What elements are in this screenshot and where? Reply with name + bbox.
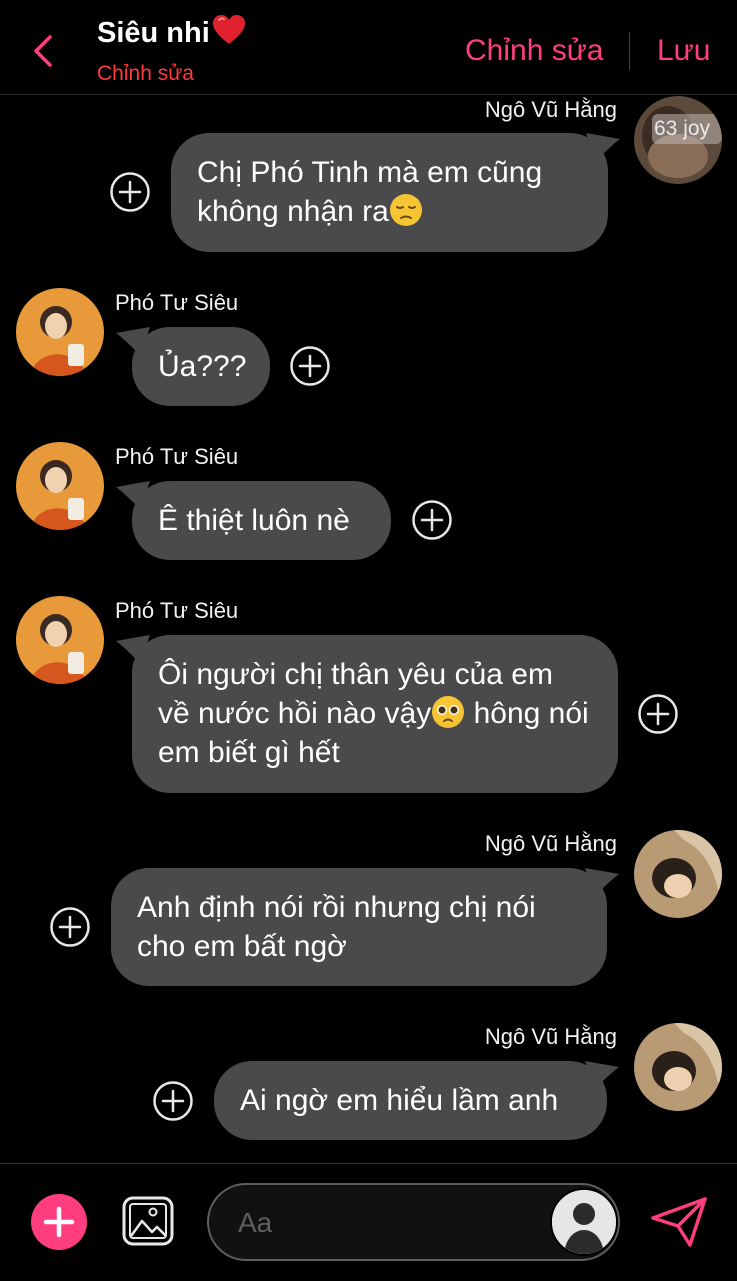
chat-title-text: Siêu nhi: [97, 17, 210, 49]
avatar[interactable]: [634, 1023, 722, 1111]
message-text: Anh định nói rồi nhưng chị nói cho em bấ…: [137, 891, 536, 963]
bubble-tail: [585, 1061, 619, 1089]
message-bubble[interactable]: Ủa???: [116, 327, 270, 406]
sender-name: Phó Tư Siêu: [115, 598, 239, 623]
plus-circle-icon[interactable]: [110, 172, 150, 212]
bubble-tail: [116, 481, 150, 509]
message-text: Chị Phó Tinh mà em cũng không nhận ra: [197, 156, 543, 228]
plus-circle-icon[interactable]: [412, 500, 452, 540]
chat-title: Siêu nhi: [97, 14, 246, 50]
bubble-tail: [116, 327, 150, 355]
pleading-emoji-icon: [432, 696, 465, 728]
pensive-emoji-icon: [389, 194, 422, 226]
composer-divider: [0, 1163, 737, 1164]
bubble-tail: [586, 133, 620, 161]
avatar-badge: 63 joy: [654, 117, 711, 140]
message-text: Ai ngờ em hiểu lầm anh: [240, 1084, 559, 1117]
avatar[interactable]: [634, 830, 722, 918]
plus-circle-icon[interactable]: [50, 907, 90, 947]
edit-button[interactable]: Chỉnh sửa: [465, 34, 604, 68]
message-text: Ủa???: [158, 350, 247, 383]
sender-name: Phó Tư Siêu: [115, 290, 239, 315]
sender-name: Phó Tư Siêu: [115, 444, 239, 469]
send-icon[interactable]: [650, 1196, 708, 1248]
plus-circle-icon[interactable]: [290, 346, 330, 386]
back-chevron-icon[interactable]: [30, 34, 58, 68]
bubble-tail: [585, 868, 619, 896]
add-icon[interactable]: [31, 1194, 87, 1250]
avatar-icon[interactable]: [550, 1188, 618, 1256]
avatar[interactable]: [16, 288, 104, 376]
sender-name: Ngô Vũ Hằng: [484, 1024, 617, 1049]
message-text: Ê thiệt luôn nè: [158, 504, 350, 537]
heart-icon: [212, 15, 245, 44]
message-input-placeholder: Aa: [238, 1207, 273, 1238]
save-button[interactable]: Lưu: [657, 34, 710, 68]
sender-name: Ngô Vũ Hằng: [484, 831, 617, 856]
sender-name: Ngô Vũ Hằng: [484, 97, 617, 122]
chat-subtitle[interactable]: Chỉnh sửa: [97, 62, 194, 86]
plus-circle-icon[interactable]: [638, 694, 678, 734]
avatar[interactable]: [16, 596, 104, 684]
gallery-icon[interactable]: [122, 1196, 174, 1246]
header-divider: [629, 32, 630, 70]
plus-circle-icon[interactable]: [153, 1081, 193, 1121]
message-bubble[interactable]: Anh định nói rồi nhưng chị nói cho em bấ…: [111, 868, 619, 986]
message-bubble[interactable]: Chị Phó Tinh mà em cũng không nhận ra: [171, 133, 620, 252]
message-bubble[interactable]: Ai ngờ em hiểu lầm anh: [214, 1061, 619, 1140]
message-bubble[interactable]: Ôi người chị thân yêu của em về nước hồi…: [116, 635, 618, 793]
bubble-tail: [116, 635, 150, 663]
message-bubble[interactable]: Ê thiệt luôn nè: [116, 481, 391, 560]
avatar[interactable]: [16, 442, 104, 530]
